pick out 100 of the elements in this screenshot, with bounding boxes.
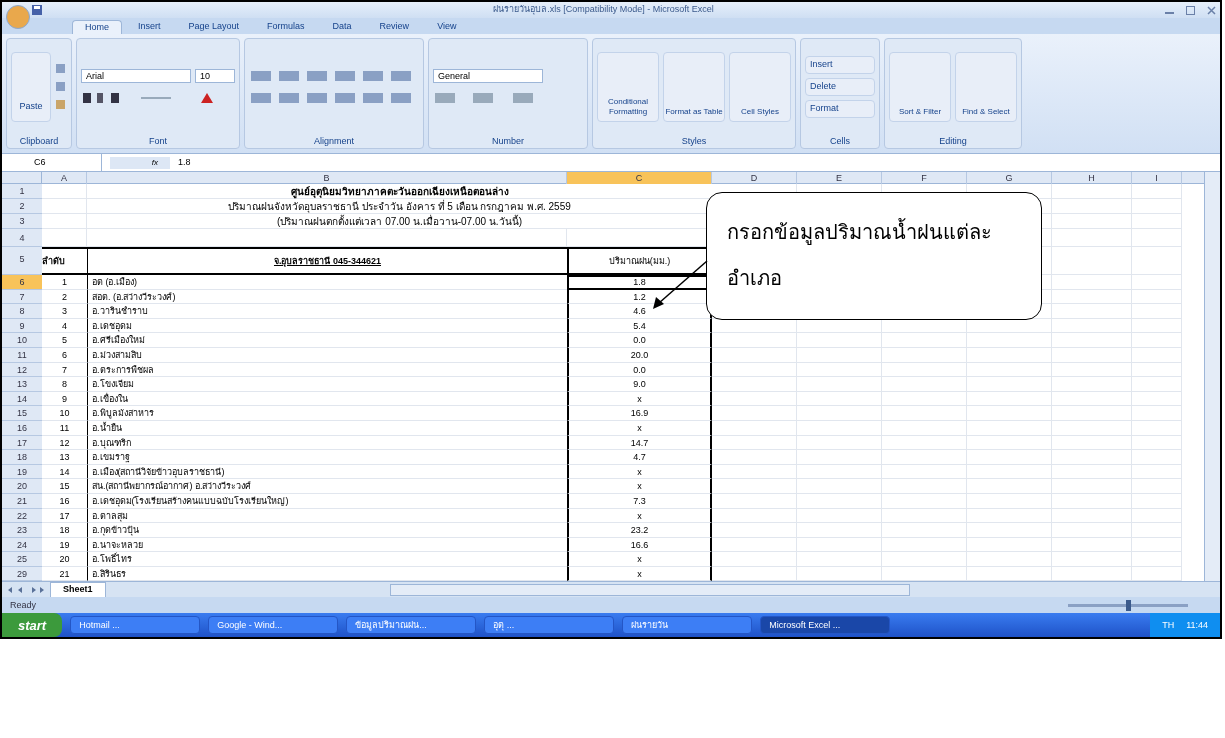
row-header[interactable]: 10 <box>2 333 42 348</box>
taskbar-button[interactable]: อุตุ ... <box>484 616 615 635</box>
taskbar-button[interactable]: Hotmail ... <box>70 616 201 635</box>
grid-cell[interactable] <box>1132 199 1182 214</box>
font-size-field[interactable]: 10 <box>195 69 235 83</box>
row-header[interactable]: 23 <box>2 523 42 538</box>
grid-cell[interactable] <box>882 391 967 407</box>
formula-field[interactable]: 1.8 <box>178 154 1220 171</box>
grid-cell[interactable] <box>1132 184 1182 199</box>
grid-cell[interactable] <box>1132 229 1182 247</box>
horizontal-scrollbar[interactable] <box>389 583 910 596</box>
grid-cell[interactable] <box>882 537 967 553</box>
grid-cell[interactable] <box>797 333 882 348</box>
grid-cell[interactable] <box>712 450 797 465</box>
column-header[interactable]: C <box>567 172 712 184</box>
grid-cell[interactable] <box>1132 247 1182 275</box>
taskbar-button[interactable]: ฝนรายวัน <box>622 616 753 635</box>
grid-cell[interactable] <box>1052 420 1132 436</box>
grid-cell[interactable] <box>1132 275 1182 290</box>
vertical-scrollbar[interactable] <box>1204 172 1220 582</box>
grid-cell[interactable] <box>1052 464 1132 480</box>
ribbon-button[interactable]: Sort & Filter <box>889 52 951 122</box>
ribbon-button[interactable]: Delete <box>805 78 875 96</box>
grid-cell[interactable] <box>1132 450 1182 465</box>
grid-cell[interactable] <box>42 199 87 214</box>
grid-cell[interactable] <box>712 391 797 407</box>
grid-cell[interactable] <box>967 435 1052 451</box>
ribbon-tab[interactable]: Data <box>320 20 364 34</box>
sheet-tab[interactable]: Sheet1 <box>50 582 106 598</box>
grid-cell[interactable] <box>1132 377 1182 392</box>
grid-cell[interactable] <box>1132 479 1182 494</box>
grid-cell[interactable] <box>882 552 967 567</box>
grid-cell[interactable] <box>42 184 87 199</box>
ribbon-tab[interactable]: Formulas <box>255 20 317 34</box>
grid-cell[interactable] <box>882 508 967 524</box>
grid-cell[interactable] <box>1132 406 1182 421</box>
grid-cell[interactable] <box>1052 537 1132 553</box>
grid-cell[interactable] <box>42 229 87 247</box>
grid-cell[interactable] <box>42 214 87 229</box>
row-header[interactable]: 1 <box>2 184 42 199</box>
grid-cell[interactable] <box>797 508 882 524</box>
grid-cell[interactable] <box>712 333 797 348</box>
grid-cell[interactable] <box>882 479 967 494</box>
ribbon-tab[interactable]: Review <box>367 20 422 34</box>
grid-cell[interactable] <box>712 552 797 567</box>
grid-cell[interactable] <box>1052 479 1132 494</box>
grid-cell[interactable] <box>797 537 882 553</box>
grid-cell[interactable] <box>1052 391 1132 407</box>
font-name-field[interactable]: Arial <box>81 69 191 83</box>
grid-cell[interactable] <box>967 464 1052 480</box>
paste-button[interactable]: Paste <box>11 52 51 122</box>
grid-cell[interactable] <box>1052 508 1132 524</box>
sheet-navigation-icon[interactable] <box>6 585 46 594</box>
grid-cell[interactable] <box>1132 523 1182 538</box>
grid-cell[interactable] <box>967 362 1052 378</box>
grid-cell[interactable] <box>882 523 967 538</box>
grid-cell[interactable] <box>712 362 797 378</box>
grid-cell[interactable] <box>882 406 967 421</box>
taskbar-button[interactable]: ข้อมูลปริมาณฝน... <box>346 616 477 635</box>
grid-cell[interactable] <box>882 347 967 363</box>
row-header[interactable]: 18 <box>2 450 42 465</box>
row-header[interactable]: 13 <box>2 377 42 392</box>
ribbon-button[interactable]: Format <box>805 100 875 118</box>
grid-cell[interactable] <box>712 508 797 524</box>
ribbon-button[interactable]: Insert <box>805 56 875 74</box>
grid-cell[interactable] <box>967 333 1052 348</box>
grid-cell[interactable] <box>1052 275 1132 290</box>
save-icon[interactable] <box>32 5 42 15</box>
row-header[interactable]: 4 <box>2 229 42 247</box>
grid-cell[interactable] <box>1052 318 1132 334</box>
grid-cell[interactable] <box>1052 333 1132 348</box>
grid-cell[interactable] <box>1052 247 1132 275</box>
grid-cell[interactable] <box>967 450 1052 465</box>
grid-cell[interactable] <box>797 523 882 538</box>
name-box[interactable]: C6 <box>2 154 102 171</box>
row-header[interactable]: 15 <box>2 406 42 421</box>
ribbon-tab[interactable]: Insert <box>126 20 173 34</box>
grid-cell[interactable] <box>712 537 797 553</box>
grid-cell[interactable] <box>967 508 1052 524</box>
ribbon-tab[interactable]: View <box>425 20 469 34</box>
grid-cell[interactable] <box>967 552 1052 567</box>
grid-cell[interactable] <box>882 450 967 465</box>
grid-cell[interactable] <box>1052 347 1132 363</box>
grid-cell[interactable] <box>1052 362 1132 378</box>
ribbon-button[interactable]: Cell Styles <box>729 52 791 122</box>
slider-thumb[interactable] <box>1125 599 1131 611</box>
grid-cell[interactable] <box>967 347 1052 363</box>
grid-cell[interactable] <box>712 406 797 421</box>
grid-cell[interactable] <box>882 493 967 509</box>
grid-cell[interactable] <box>1132 347 1182 363</box>
grid-cell[interactable] <box>1052 214 1132 229</box>
grid-cell[interactable] <box>1132 214 1182 229</box>
grid-cell[interactable] <box>967 377 1052 392</box>
grid-cell[interactable] <box>1132 493 1182 509</box>
grid-cell[interactable] <box>1132 435 1182 451</box>
grid-cell[interactable] <box>882 435 967 451</box>
taskbar-button[interactable]: Microsoft Excel ... <box>760 616 891 635</box>
grid-cell[interactable] <box>712 464 797 480</box>
grid-cell[interactable] <box>1052 406 1132 421</box>
grid-cell[interactable] <box>1132 420 1182 436</box>
